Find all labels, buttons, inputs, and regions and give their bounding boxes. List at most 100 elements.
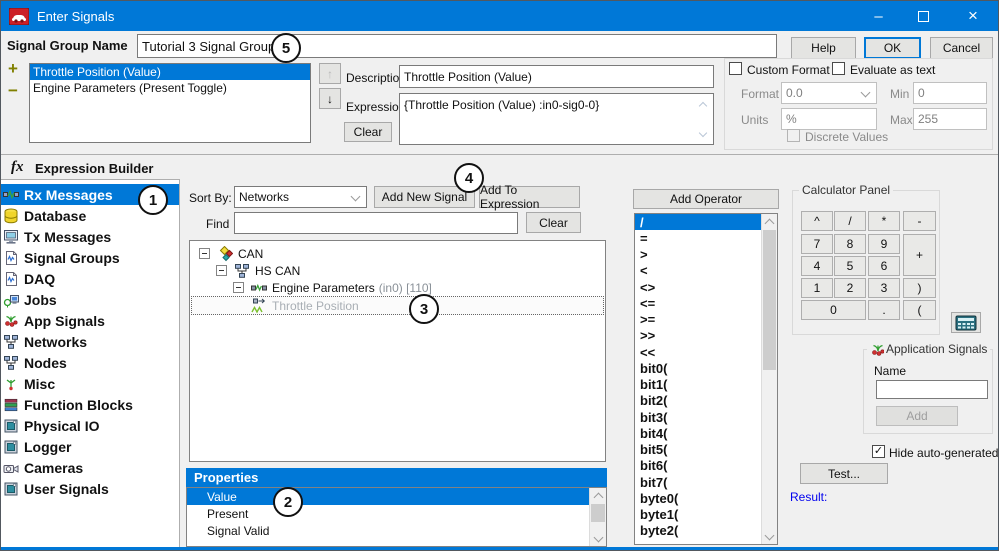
property-item-value[interactable]: Value bbox=[187, 488, 607, 505]
ok-button[interactable]: OK bbox=[864, 37, 921, 59]
operator-item[interactable]: >= bbox=[635, 312, 767, 328]
operator-item[interactable]: bit3( bbox=[635, 409, 767, 425]
operator-item[interactable]: bit1( bbox=[635, 377, 767, 393]
calc-key-6[interactable]: 6 bbox=[868, 256, 900, 276]
calculator-button[interactable] bbox=[951, 312, 981, 333]
discrete-values-checkbox[interactable] bbox=[787, 129, 800, 142]
scroll-up-icon[interactable] bbox=[590, 488, 606, 503]
sidebar-item-tx-messages[interactable]: Tx Messages bbox=[1, 226, 179, 247]
add-signal-button[interactable]: + bbox=[8, 59, 18, 79]
calc-key-2[interactable]: 2 bbox=[834, 278, 866, 298]
sidebar-item-cameras[interactable]: Cameras bbox=[1, 457, 179, 478]
operator-item[interactable]: byte2( bbox=[635, 523, 767, 539]
calc-key-close-paren[interactable]: ) bbox=[903, 278, 936, 298]
operator-scrollbar[interactable] bbox=[761, 214, 777, 544]
collapse-icon[interactable] bbox=[199, 248, 210, 259]
calc-key-caret[interactable]: ^ bbox=[801, 211, 833, 231]
tree-node-hs-can[interactable]: HS CAN bbox=[191, 262, 604, 279]
calc-key-dot[interactable]: . bbox=[868, 300, 900, 320]
sidebar-item-nodes[interactable]: Nodes bbox=[1, 352, 179, 373]
expression-input[interactable]: {Throttle Position (Value) :in0-sig0-0} bbox=[399, 93, 714, 145]
calc-key-multiply[interactable]: * bbox=[868, 211, 900, 231]
operator-item[interactable]: bit0( bbox=[635, 360, 767, 376]
property-item-signal-valid[interactable]: Signal Valid bbox=[187, 522, 607, 539]
signal-group-item[interactable]: Engine Parameters (Present Toggle) bbox=[30, 80, 310, 96]
scroll-down-icon[interactable] bbox=[590, 531, 606, 546]
operator-item[interactable]: bit7( bbox=[635, 474, 767, 490]
calc-key-divide[interactable]: / bbox=[834, 211, 866, 231]
sidebar-item-signal-groups[interactable]: Signal Groups bbox=[1, 247, 179, 268]
max-input[interactable]: 255 bbox=[913, 108, 987, 130]
scroll-down-icon[interactable] bbox=[762, 529, 777, 544]
operator-item[interactable]: / bbox=[635, 214, 767, 230]
operator-item[interactable]: < bbox=[635, 263, 767, 279]
find-clear-button[interactable]: Clear bbox=[526, 212, 581, 233]
collapse-icon[interactable] bbox=[233, 282, 244, 293]
calc-key-7[interactable]: 7 bbox=[801, 234, 833, 254]
operator-item[interactable]: <> bbox=[635, 279, 767, 295]
close-button[interactable]: × bbox=[946, 1, 999, 31]
cancel-button[interactable]: Cancel bbox=[930, 37, 993, 59]
tree-node-can[interactable]: CAN bbox=[191, 245, 604, 262]
collapse-icon[interactable] bbox=[216, 265, 227, 276]
operator-item[interactable]: bit2( bbox=[635, 393, 767, 409]
sidebar-item-misc[interactable]: Misc bbox=[1, 373, 179, 394]
sidebar-item-daq[interactable]: DAQ bbox=[1, 268, 179, 289]
calc-key-plus[interactable]: + bbox=[903, 234, 936, 276]
operator-item[interactable]: = bbox=[635, 230, 767, 246]
maximize-button[interactable] bbox=[901, 1, 946, 31]
description-input[interactable] bbox=[399, 65, 714, 88]
sidebar-item-user-signals[interactable]: User Signals bbox=[1, 478, 179, 499]
remove-signal-button[interactable]: − bbox=[8, 81, 18, 101]
expression-clear-button[interactable]: Clear bbox=[344, 122, 392, 142]
operator-item[interactable]: > bbox=[635, 247, 767, 263]
calc-key-3[interactable]: 3 bbox=[868, 278, 900, 298]
calc-key-4[interactable]: 4 bbox=[801, 256, 833, 276]
calc-key-5[interactable]: 5 bbox=[834, 256, 866, 276]
sidebar-item-physical-io[interactable]: Physical IO bbox=[1, 415, 179, 436]
signal-group-item[interactable]: Throttle Position (Value) bbox=[30, 64, 310, 80]
units-input[interactable]: % bbox=[781, 108, 877, 130]
app-signal-name-input[interactable] bbox=[876, 380, 988, 399]
properties-scrollbar[interactable] bbox=[589, 488, 606, 546]
sidebar-item-logger[interactable]: Logger bbox=[1, 436, 179, 457]
calc-key-0[interactable]: 0 bbox=[801, 300, 866, 320]
calc-key-9[interactable]: 9 bbox=[868, 234, 900, 254]
app-signal-add-button[interactable]: Add bbox=[876, 406, 958, 426]
operator-item[interactable]: bit4( bbox=[635, 425, 767, 441]
test-button[interactable]: Test... bbox=[800, 463, 888, 484]
property-item-present[interactable]: Present bbox=[187, 505, 607, 522]
hide-auto-generated-checkbox[interactable]: ✓ bbox=[872, 445, 885, 458]
sidebar-item-jobs[interactable]: Jobs bbox=[1, 289, 179, 310]
min-input[interactable]: 0 bbox=[913, 82, 987, 104]
signal-group-name-input[interactable] bbox=[137, 34, 777, 58]
property-item[interactable] bbox=[187, 539, 607, 547]
calc-key-minus[interactable]: - bbox=[903, 211, 936, 231]
format-dropdown[interactable]: 0.0 bbox=[781, 82, 877, 104]
operator-item[interactable]: >> bbox=[635, 328, 767, 344]
tree-node-throttle-position[interactable]: Throttle Position bbox=[191, 296, 604, 315]
add-to-expression-button[interactable]: Add To Expression bbox=[479, 186, 580, 208]
sidebar-item-function-blocks[interactable]: Function Blocks bbox=[1, 394, 179, 415]
operator-item[interactable]: byte1( bbox=[635, 507, 767, 523]
move-up-button[interactable]: ↑ bbox=[319, 63, 341, 84]
operator-item[interactable]: << bbox=[635, 344, 767, 360]
calc-key-8[interactable]: 8 bbox=[834, 234, 866, 254]
operator-item[interactable]: <= bbox=[635, 295, 767, 311]
add-operator-button[interactable]: Add Operator bbox=[633, 189, 779, 209]
operator-item[interactable]: bit5( bbox=[635, 442, 767, 458]
custom-format-checkbox[interactable] bbox=[729, 62, 742, 75]
find-input[interactable] bbox=[234, 212, 518, 234]
move-down-button[interactable]: ↓ bbox=[319, 88, 341, 109]
evaluate-as-text-checkbox[interactable] bbox=[832, 62, 845, 75]
calc-key-open-paren[interactable]: ( bbox=[903, 300, 936, 320]
sidebar-item-app-signals[interactable]: App Signals bbox=[1, 310, 179, 331]
operator-item[interactable]: byte0( bbox=[635, 490, 767, 506]
sort-by-dropdown[interactable]: Networks bbox=[234, 186, 367, 208]
minimize-button[interactable]: – bbox=[856, 1, 901, 31]
help-button[interactable]: Help bbox=[791, 37, 856, 59]
scroll-up-icon[interactable] bbox=[762, 214, 777, 229]
operator-item[interactable]: bit6( bbox=[635, 458, 767, 474]
calc-key-1[interactable]: 1 bbox=[801, 278, 833, 298]
tree-node-engine-parameters[interactable]: Engine Parameters(in0) [110] bbox=[191, 279, 604, 296]
